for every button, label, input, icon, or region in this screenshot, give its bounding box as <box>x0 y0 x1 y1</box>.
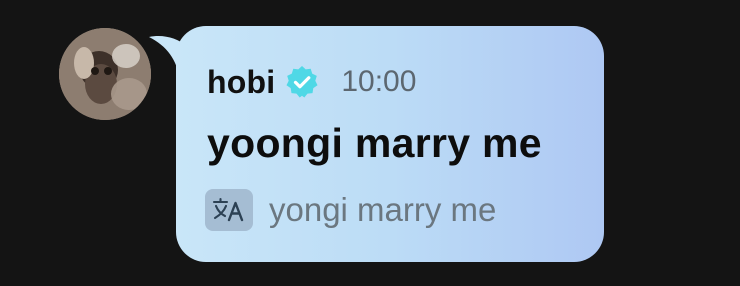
translation-row[interactable]: yongi marry me <box>205 188 496 232</box>
message-header: hobi 10:00 <box>207 62 416 102</box>
author-name[interactable]: hobi <box>207 64 275 101</box>
message-bubble: hobi 10:00 yoongi marry me yongi marry m… <box>176 26 604 262</box>
translate-icon[interactable] <box>205 189 253 231</box>
translated-text: yongi marry me <box>269 191 497 228</box>
timestamp: 10:00 <box>341 65 417 98</box>
verified-badge-icon <box>286 66 318 98</box>
message-text: yoongi marry me <box>207 120 542 166</box>
avatar[interactable] <box>59 28 151 120</box>
